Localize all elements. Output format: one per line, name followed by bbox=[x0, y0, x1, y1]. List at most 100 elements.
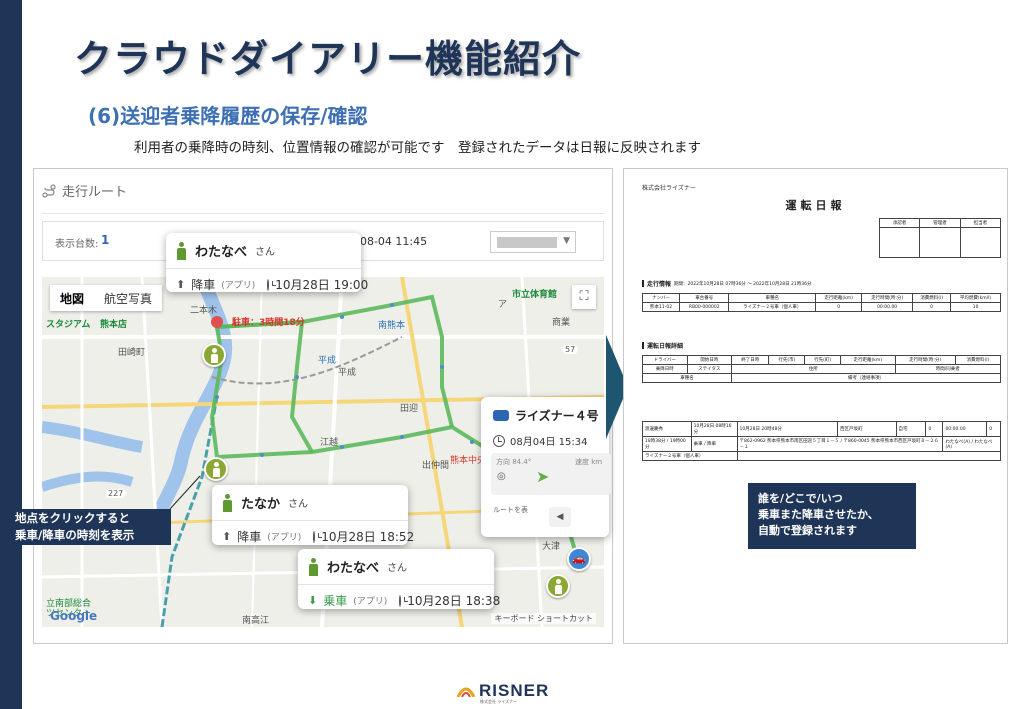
approval-header: 担当者 bbox=[959, 218, 1002, 228]
speed-label: 速度 km bbox=[575, 458, 603, 466]
map-label-ozu: 大津 bbox=[542, 542, 561, 552]
vehicle-count-label: 表示台数: bbox=[55, 239, 99, 250]
map-label-nihongi: 二本木 bbox=[190, 306, 218, 316]
passenger-name: わたなべ bbox=[327, 561, 380, 576]
chevron-down-icon: ▼ bbox=[563, 236, 570, 246]
map-label-heisei-station: 平成 bbox=[318, 356, 337, 366]
route-header: 走行ルート bbox=[42, 181, 127, 200]
route-icon bbox=[42, 183, 56, 198]
map-label-store: 熊本店 bbox=[100, 320, 128, 330]
show-route-label[interactable]: ルートを表 bbox=[493, 505, 528, 515]
map-type-map[interactable]: 地図 bbox=[50, 285, 94, 311]
detail-header: 備考（連絡事項） bbox=[731, 373, 1001, 383]
route-app-panel: 走行ルート 表示台数: 1 2-08-04 11:45 ▼ 地図 航空写真 ⛶ … bbox=[33, 168, 613, 644]
popup-divider bbox=[166, 268, 361, 269]
popup-name-row: わたなべ さん bbox=[176, 241, 351, 260]
record-cell bbox=[736, 451, 1002, 461]
vehicle-info-card[interactable]: ライズナー４号 08月04日 15:34 方向 84.4° 速度 km ◎ ➤ … bbox=[481, 397, 611, 537]
clock-icon bbox=[399, 594, 409, 607]
popup-divider bbox=[212, 520, 408, 521]
popup-info-row: ⬆ 降車 (アプリ) 10月28日 18:52 bbox=[222, 528, 414, 545]
alighting-popup-tanaka[interactable]: たなか さん ⬆ 降車 (アプリ) 10月28日 18:52 bbox=[212, 485, 414, 545]
map-type-satellite[interactable]: 航空写真 bbox=[94, 285, 162, 311]
upload-icon: ⬆ bbox=[176, 278, 186, 291]
boarding-point-pin[interactable] bbox=[204, 457, 228, 481]
travel-cell: 00:00.00 bbox=[861, 302, 914, 312]
detail-header: 消費燃料(l) bbox=[954, 355, 1002, 365]
slide-description: 利用者の乗降時の時刻、位置情報の確認が可能です 登録されたデータは日報に反映され… bbox=[134, 140, 701, 156]
keyboard-shortcut-link[interactable]: キーボード ショートカット bbox=[491, 613, 596, 624]
event-time: 10月28日 19:00 bbox=[275, 278, 369, 292]
map-label-minami-takae: 南高江 bbox=[242, 616, 270, 626]
route-shield-57: 57 bbox=[562, 345, 579, 354]
popup-info-row: ⬆ 降車 (アプリ) 10月28日 19:00 bbox=[176, 276, 368, 293]
travel-cell: RB00-000002 bbox=[679, 302, 730, 312]
detail-header: 住所 bbox=[731, 364, 896, 374]
travel-table: ナンバー 車台番号 車種名 走行距離(km) 走行時間(時:分) 消費燃料(l)… bbox=[641, 293, 1001, 312]
route-header-label: 走行ルート bbox=[62, 185, 128, 200]
logo-wordmark: RISNER bbox=[479, 681, 550, 700]
travel-cell: 0 bbox=[912, 302, 952, 312]
source-label: (アプリ) bbox=[267, 533, 302, 543]
logo-subtext: 株式会社 ライズナー bbox=[480, 699, 518, 704]
travel-header: 消費燃料(l) bbox=[912, 293, 952, 303]
vehicle-stats: 方向 84.4° 速度 km ◎ ➤ bbox=[491, 453, 611, 495]
record-cell: 自宅 bbox=[895, 421, 927, 437]
detail-header: 車種名 bbox=[641, 373, 733, 383]
clock-icon bbox=[313, 530, 323, 543]
travel-header: 平均燃費(km/l) bbox=[950, 293, 1001, 303]
travel-period: 期間：2022年10月28日 07時36分 ～ 2022年10月28日 21時3… bbox=[674, 281, 812, 287]
travel-header: 走行時間(時:分) bbox=[861, 293, 914, 303]
vehicle-count-value: 1 bbox=[101, 233, 110, 247]
detail-header: 行先(市) bbox=[768, 355, 806, 365]
source-label: (アプリ) bbox=[221, 281, 256, 291]
event-time: 10月28日 18:38 bbox=[407, 594, 501, 608]
click-point-callout: 地点をクリックすると 乗車/降車の時刻を表示 bbox=[9, 509, 171, 545]
detail-header: 走行時間(時:分) bbox=[894, 355, 956, 365]
approval-header: 承認者 bbox=[878, 218, 921, 228]
date-time-field[interactable]: 2-08-04 11:45 bbox=[343, 231, 463, 253]
map-label-tazaki: 田崎町 bbox=[118, 348, 146, 358]
record-cell: 10月28日 08時16分 bbox=[690, 421, 738, 437]
google-logo: Google bbox=[50, 609, 98, 623]
boarding-popup-watanabe[interactable]: わたなべ さん ⬇ 乗車 (アプリ) 10月28日 18:38 bbox=[298, 549, 500, 609]
vehicle-name-row: ライズナー４号 bbox=[493, 407, 599, 424]
travel-header: 車種名 bbox=[728, 293, 817, 303]
travel-cell: ライズナー２号車（個人車） bbox=[728, 302, 817, 312]
logo-arc-icon bbox=[456, 687, 476, 697]
detail-header-table: ドライバー 開始日時 終了日時 行先(市) 行先(町) 走行距離(km) 走行時… bbox=[641, 355, 1002, 383]
boarding-point-pin[interactable] bbox=[202, 343, 226, 367]
person-icon bbox=[222, 493, 233, 512]
travel-header: ナンバー bbox=[641, 293, 681, 303]
map-label-izumi: 出仲間 bbox=[422, 461, 450, 471]
vehicle-location-pin[interactable]: 🚗 bbox=[567, 547, 591, 571]
route-shield-227: 227 bbox=[105, 489, 127, 498]
popup-name-row: たなか さん bbox=[222, 493, 398, 512]
boarding-point-pin[interactable] bbox=[546, 574, 570, 598]
prev-button[interactable]: ◀ bbox=[549, 507, 571, 527]
vehicle-select[interactable]: ▼ bbox=[490, 231, 576, 253]
detail-header: 時間/同乗者 bbox=[894, 364, 1002, 374]
map-label-city-hall: 市立体育館 bbox=[512, 290, 558, 300]
header-divider bbox=[42, 213, 604, 214]
daily-report-preview: 株式会社ライズナー 運転日報 承認者 管理者 担当者 走行情報 期間：2022年… bbox=[623, 168, 1008, 644]
map-label-heisei: 平成 bbox=[338, 368, 357, 378]
approval-table: 承認者 管理者 担当者 bbox=[878, 218, 1002, 258]
car-icon bbox=[493, 410, 509, 421]
popup-info-row: ⬇ 乗車 (アプリ) 10月28日 18:38 bbox=[308, 592, 500, 609]
popup-name-row: わたなべ さん bbox=[308, 557, 484, 576]
map-label-minami-kumamoto: 南熊本 bbox=[378, 321, 406, 331]
map-label-parking: 駐車：3時間18分 bbox=[232, 318, 305, 328]
passenger-name: たなか bbox=[241, 497, 281, 512]
person-icon bbox=[308, 557, 319, 576]
slide-subtitle: (6)送迎者乗降履歴の保存/確認 bbox=[88, 104, 368, 128]
risner-logo: RISNER 株式会社 ライズナー bbox=[456, 681, 550, 704]
clock-icon bbox=[267, 278, 277, 291]
alighting-popup-watanabe[interactable]: わたなべ さん ⬆ 降車 (アプリ) 10月28日 19:00 bbox=[166, 233, 368, 293]
travel-cell: 10 bbox=[950, 302, 1001, 312]
detail-header: ステイタス bbox=[686, 364, 733, 374]
vehicle-name: ライズナー４号 bbox=[515, 409, 599, 423]
map-type-toggle: 地図 航空写真 bbox=[50, 285, 163, 311]
fullscreen-button[interactable]: ⛶ bbox=[572, 285, 596, 309]
compass-icon: ◎ bbox=[497, 471, 506, 482]
